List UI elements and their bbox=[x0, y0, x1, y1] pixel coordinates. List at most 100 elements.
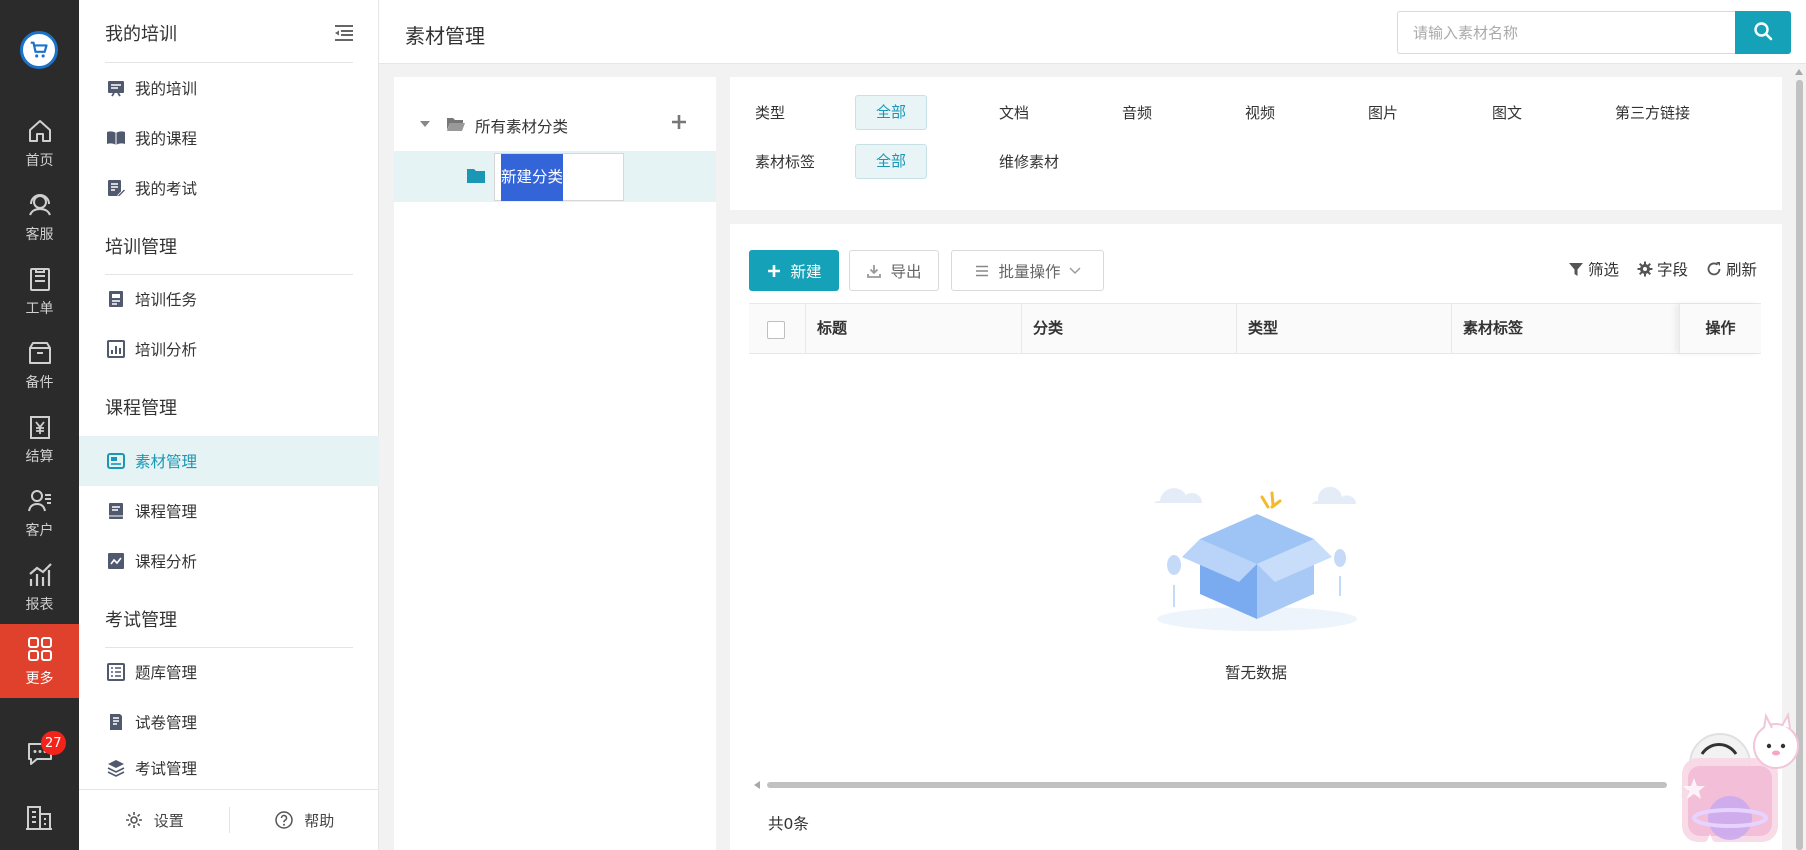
chart-icon bbox=[25, 560, 55, 590]
rail-item-workorder[interactable]: 工单 bbox=[0, 254, 79, 328]
yen-invoice-icon bbox=[25, 412, 55, 442]
filter-type-video[interactable]: 视频 bbox=[1245, 102, 1275, 123]
sidebar-item-label: 培训任务 bbox=[135, 291, 198, 309]
rail-item-customer[interactable]: 客户 bbox=[0, 476, 79, 550]
rail-item-label: 客户 bbox=[25, 523, 54, 539]
rail-item-report[interactable]: 报表 bbox=[0, 550, 79, 624]
tree-node-new-category[interactable]: 新建分类 bbox=[394, 151, 716, 202]
filter-tag-repair[interactable]: 维修素材 bbox=[999, 151, 1059, 172]
column-category[interactable]: 分类 bbox=[1022, 304, 1237, 353]
exam-edit-icon bbox=[105, 177, 127, 199]
select-all-checkbox[interactable] bbox=[767, 321, 785, 339]
assistant-mascot-icon[interactable] bbox=[1672, 712, 1806, 850]
filter-panel: 类型 全部 文档 音频 视频 图片 图文 第三方链接 素材标签 全部 维修素材 bbox=[730, 77, 1782, 210]
category-name-selected-text: 新建分类 bbox=[501, 154, 564, 201]
filter-tag-all[interactable]: 全部 bbox=[855, 144, 927, 179]
column-type[interactable]: 类型 bbox=[1237, 304, 1452, 353]
filter-tool-button[interactable]: 筛选 bbox=[1568, 258, 1619, 280]
clipboard-icon bbox=[25, 264, 55, 294]
filter-type-third-party-link[interactable]: 第三方链接 bbox=[1615, 102, 1690, 123]
fields-tool-button[interactable]: 字段 bbox=[1637, 258, 1688, 280]
add-category-icon[interactable] bbox=[670, 113, 688, 131]
paper-icon bbox=[105, 711, 127, 733]
scroll-left-icon[interactable] bbox=[754, 781, 760, 789]
sidebar-item-training-analysis[interactable]: 培训分析 bbox=[79, 324, 379, 374]
tree-root-label: 所有素材分类 bbox=[475, 118, 569, 136]
rail-item-label: 客服 bbox=[25, 227, 54, 243]
refresh-icon bbox=[1706, 261, 1722, 277]
sidebar-item-paper-mgmt[interactable]: 试卷管理 bbox=[79, 697, 379, 747]
filter-type-audio[interactable]: 音频 bbox=[1122, 102, 1152, 123]
sidebar-item-exam-mgmt[interactable]: 考试管理 bbox=[79, 747, 379, 789]
group-title-exam-mgmt: 考试管理 bbox=[105, 610, 177, 631]
filter-type-image[interactable]: 图片 bbox=[1368, 102, 1398, 123]
fields-tool-label: 字段 bbox=[1656, 261, 1688, 279]
horizontal-scrollbar-thumb[interactable] bbox=[767, 782, 1667, 788]
sidebar-item-my-courses[interactable]: 我的课程 bbox=[79, 113, 379, 163]
help-button[interactable]: 帮助 bbox=[230, 810, 380, 831]
category-name-input[interactable]: 新建分类 bbox=[494, 153, 624, 201]
scroll-up-icon[interactable] bbox=[1795, 69, 1803, 75]
tree-root-all-categories[interactable]: 所有素材分类 bbox=[394, 107, 716, 143]
rail-item-settlement[interactable]: 结算 bbox=[0, 402, 79, 476]
gear-icon bbox=[1637, 261, 1653, 277]
filter-tool-label: 筛选 bbox=[1587, 261, 1619, 279]
filter-type-all[interactable]: 全部 bbox=[855, 95, 927, 130]
group-title-course-mgmt: 课程管理 bbox=[105, 398, 177, 419]
sidebar-item-course-mgmt[interactable]: 课程管理 bbox=[79, 486, 379, 536]
rail-item-service[interactable]: 客服 bbox=[0, 180, 79, 254]
rail-nav: 首页 客服 工单 备件 结算 客户 报表 更多 bbox=[0, 106, 79, 698]
rail-item-label: 首页 bbox=[25, 153, 54, 169]
app-logo-icon[interactable] bbox=[20, 31, 58, 69]
column-title[interactable]: 标题 bbox=[806, 304, 1022, 353]
settings-label: 设置 bbox=[153, 811, 184, 830]
settings-button[interactable]: 设置 bbox=[79, 810, 229, 831]
sidebar-item-course-analysis[interactable]: 课程分析 bbox=[79, 536, 379, 586]
sidebar-item-training-tasks[interactable]: 培训任务 bbox=[79, 274, 379, 324]
sidebar-item-question-bank[interactable]: 题库管理 bbox=[79, 647, 379, 697]
rail-item-parts[interactable]: 备件 bbox=[0, 328, 79, 402]
total-count: 共0条 bbox=[768, 815, 809, 833]
rail-item-more[interactable]: 更多 bbox=[0, 624, 79, 698]
sidebar-footer: 设置 帮助 bbox=[79, 789, 379, 850]
material-table-panel: 新建 导出 批量操作 筛选 字段 刷新 标题 分类 类型 素材标签 操作 暂无数… bbox=[730, 224, 1782, 850]
help-label: 帮助 bbox=[304, 811, 335, 830]
export-button[interactable]: 导出 bbox=[849, 250, 939, 291]
batch-actions-label: 批量操作 bbox=[998, 262, 1061, 281]
column-actions: 操作 bbox=[1679, 304, 1761, 353]
filter-type-image-text[interactable]: 图文 bbox=[1492, 102, 1522, 123]
filter-type-document[interactable]: 文档 bbox=[999, 102, 1029, 123]
list-icon bbox=[105, 661, 127, 683]
box-icon bbox=[25, 338, 55, 368]
search-button[interactable] bbox=[1735, 11, 1791, 54]
rail-item-home[interactable]: 首页 bbox=[0, 106, 79, 180]
batch-actions-button[interactable]: 批量操作 bbox=[951, 250, 1104, 291]
refresh-button[interactable]: 刷新 bbox=[1706, 258, 1757, 280]
new-button-label: 新建 bbox=[790, 262, 822, 281]
message-button[interactable] bbox=[0, 720, 79, 790]
sidebar-item-my-training[interactable]: 我的培训 bbox=[79, 63, 379, 113]
search-input[interactable] bbox=[1397, 11, 1735, 54]
rail-item-label: 结算 bbox=[25, 449, 54, 465]
sidebar-item-label: 素材管理 bbox=[135, 453, 198, 471]
menu-lines-icon bbox=[974, 263, 990, 279]
filter-tag-label: 素材标签 bbox=[755, 153, 816, 171]
export-button-label: 导出 bbox=[890, 262, 922, 281]
sidebar-item-my-exams[interactable]: 我的考试 bbox=[79, 163, 379, 213]
horizontal-scrollbar[interactable] bbox=[749, 779, 1761, 789]
building-icon[interactable] bbox=[24, 802, 54, 832]
rail-item-label: 工单 bbox=[25, 301, 54, 317]
filter-row-tag: 素材标签 全部 维修素材 bbox=[730, 140, 1782, 180]
caret-down-icon[interactable] bbox=[420, 121, 430, 127]
funnel-icon bbox=[1568, 261, 1584, 277]
help-icon bbox=[274, 810, 294, 830]
column-material-tag[interactable]: 素材标签 bbox=[1452, 304, 1679, 353]
category-tree: 所有素材分类 新建分类 bbox=[394, 77, 716, 850]
new-button[interactable]: 新建 bbox=[749, 250, 839, 291]
search-icon bbox=[1753, 21, 1773, 45]
page-title: 素材管理 bbox=[405, 24, 485, 48]
sidebar-item-label: 我的培训 bbox=[135, 80, 198, 98]
sidebar-item-material-mgmt[interactable]: 素材管理 bbox=[79, 436, 379, 486]
trend-icon bbox=[105, 550, 127, 572]
collapse-menu-icon[interactable] bbox=[333, 24, 355, 42]
